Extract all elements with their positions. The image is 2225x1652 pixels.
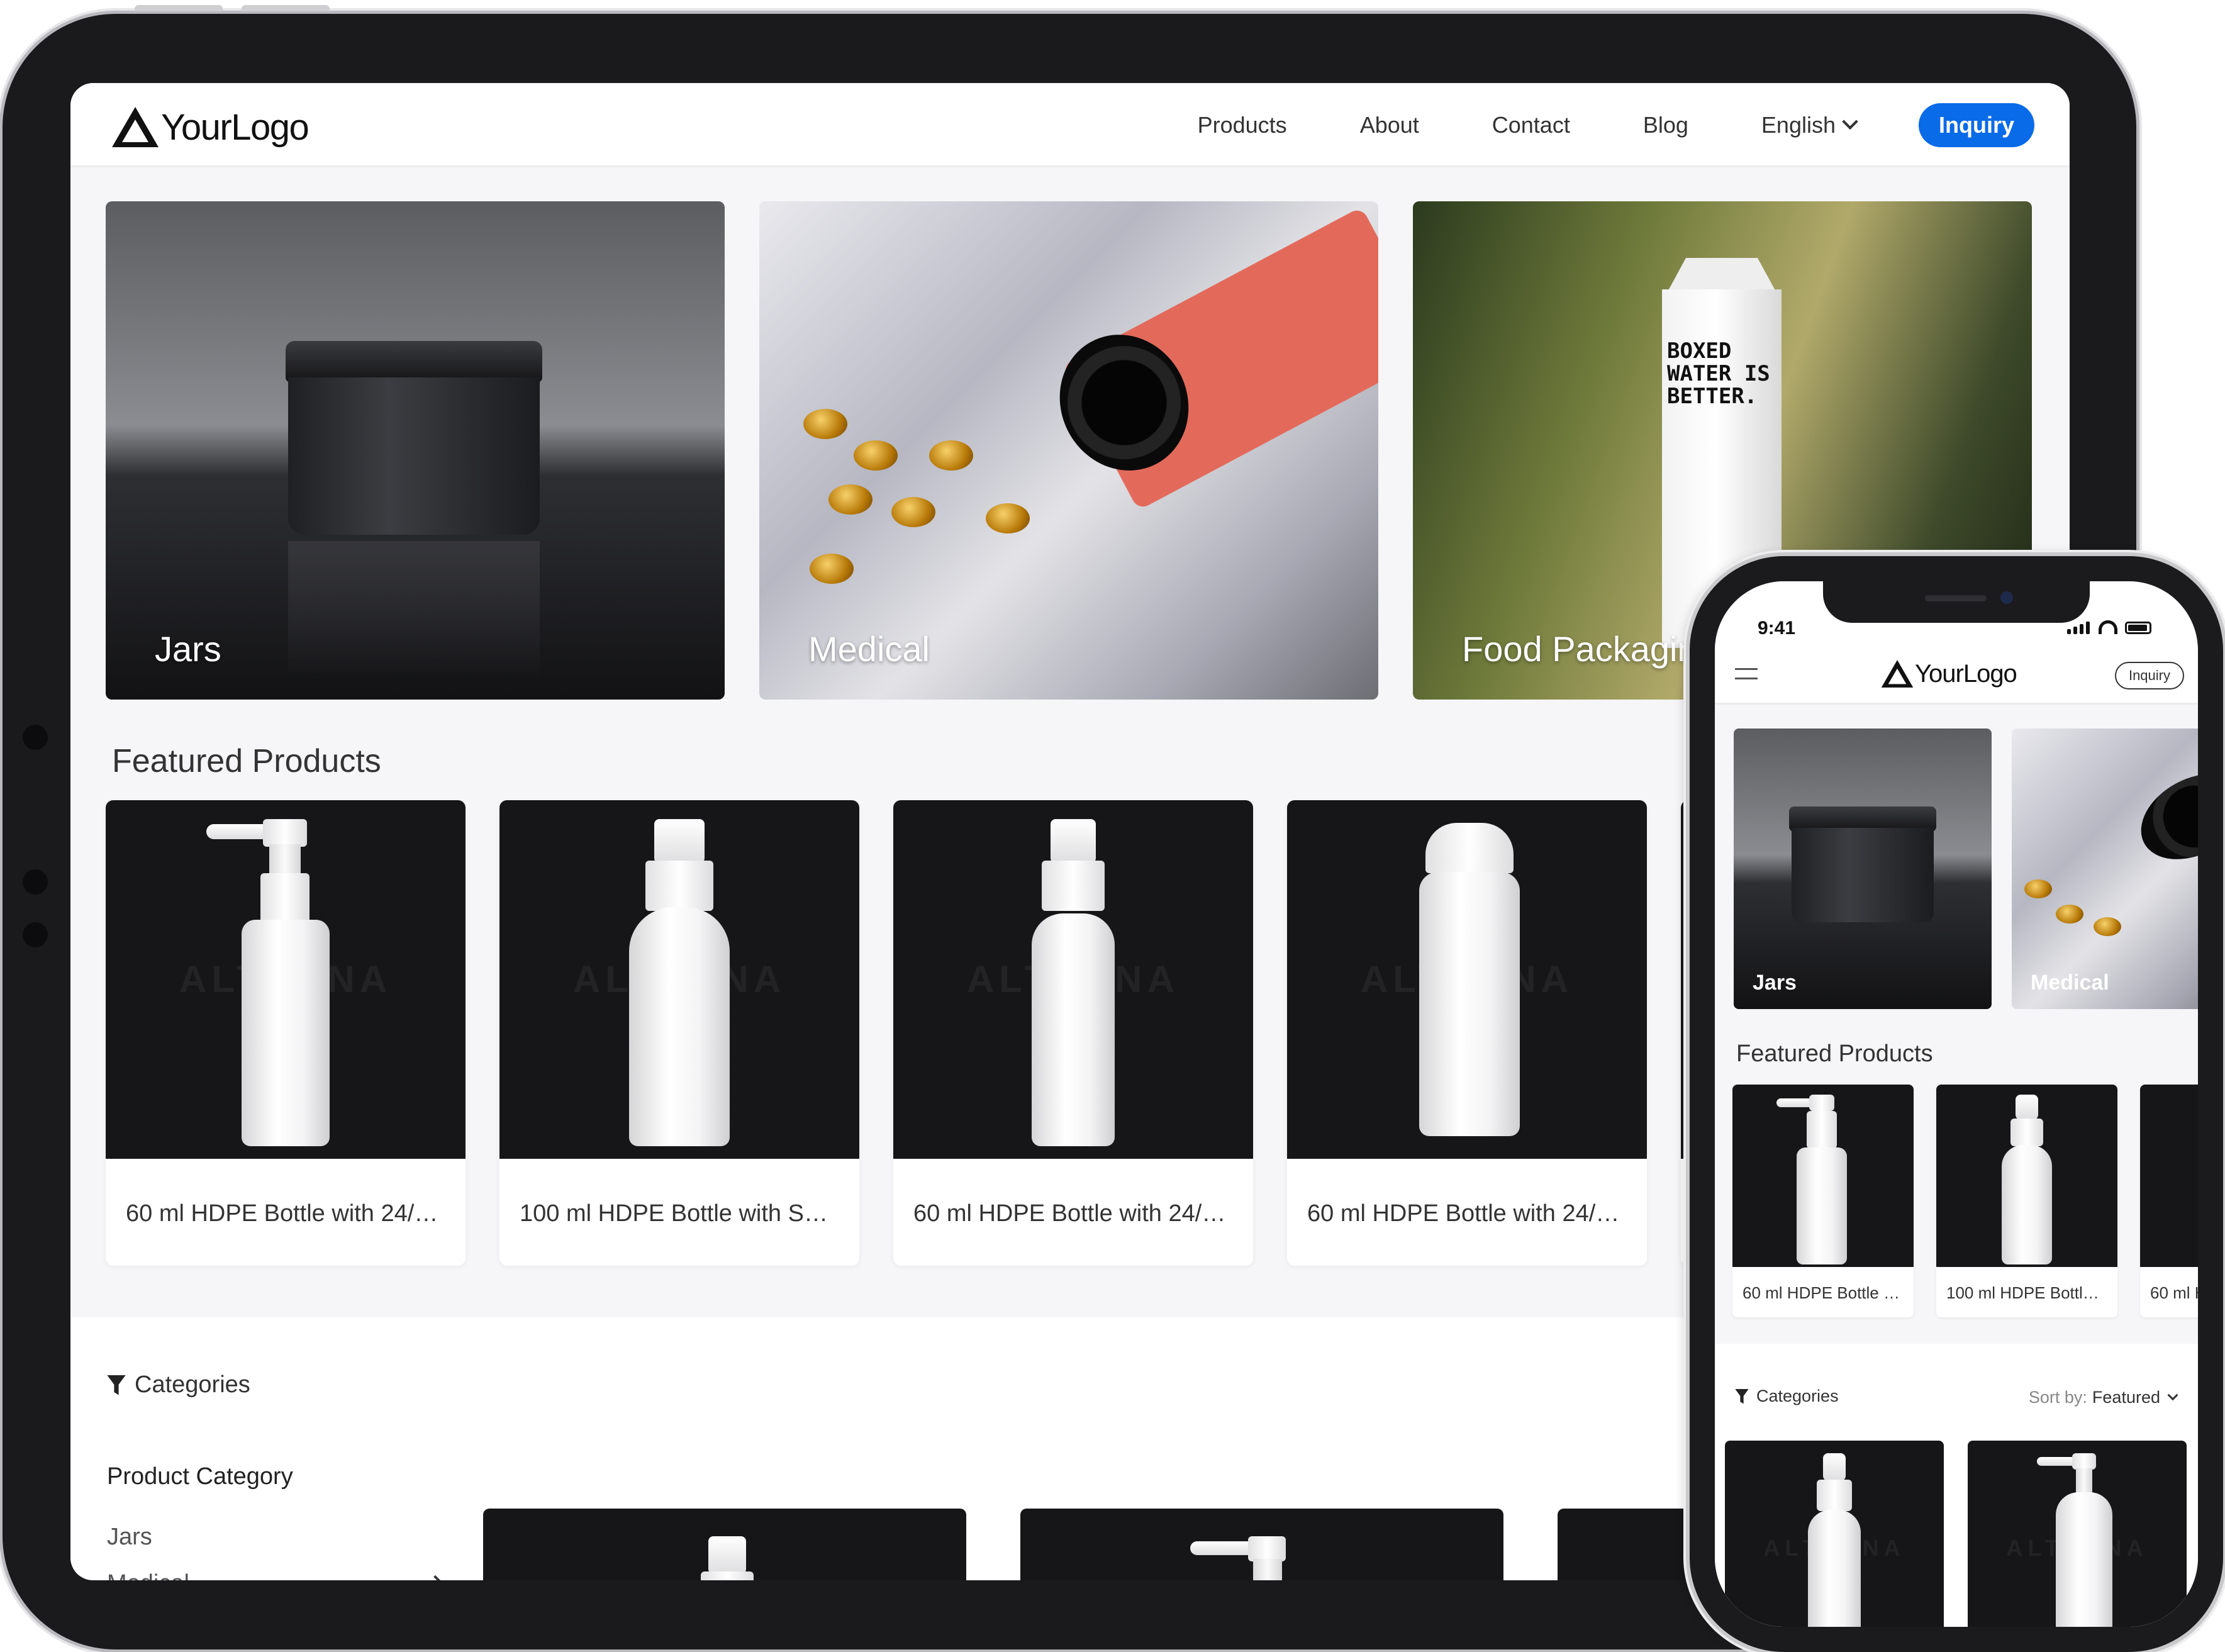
- tablet-volume-button: [135, 5, 223, 11]
- categories-filter-toggle[interactable]: Categories: [107, 1371, 250, 1398]
- site-logo[interactable]: YourLogo: [1880, 658, 2017, 689]
- product-grid-card[interactable]: [483, 1509, 966, 1580]
- product-name: 60 ml HDPE Bottle with 24/410 Pump: [126, 1200, 447, 1227]
- product-name: 60 ml HDPE Bottle with 24/410 Spray: [913, 1200, 1234, 1227]
- category-label: Jars: [1753, 971, 1797, 995]
- categories-filter-toggle[interactable]: Categories: [1735, 1387, 1839, 1406]
- category-card-jars[interactable]: Jars: [1734, 728, 1992, 1009]
- inquiry-button[interactable]: Inquiry: [1918, 103, 2034, 147]
- featured-products-title: Featured Products: [112, 743, 381, 779]
- logo-triangle-icon: [112, 107, 159, 147]
- product-image: [2140, 1085, 2198, 1267]
- signal-icon: [2067, 629, 2071, 634]
- funnel-icon: [107, 1375, 126, 1395]
- category-card-medical[interactable]: Medical: [759, 201, 1378, 700]
- site-logo[interactable]: YourLogo: [109, 104, 309, 150]
- jar-image: [286, 341, 542, 382]
- sort-dropdown[interactable]: Sort by: Featured: [2028, 1388, 2178, 1407]
- product-name: 60 ml HDPE Bottle with 24/410 Flip Cap: [1307, 1200, 1628, 1227]
- top-navigation: YourLogo Products About Contact Blog Eng…: [70, 83, 2070, 167]
- product-category-title: Product Category: [107, 1463, 293, 1490]
- nav-links: Products About Contact Blog English Inqu…: [1125, 103, 2034, 147]
- category-card-medical[interactable]: Medical: [2012, 728, 2198, 1009]
- product-image: [1936, 1085, 2117, 1267]
- nav-products[interactable]: Products: [1198, 112, 1287, 138]
- chevron-down-icon: [2167, 1389, 2178, 1400]
- language-selector[interactable]: English: [1761, 112, 1858, 138]
- logo-text: YourLogo: [1915, 659, 2017, 688]
- language-label: English: [1761, 112, 1836, 138]
- product-card[interactable]: 60 ml HDPE Bottle: [2140, 1085, 2198, 1317]
- nav-blog[interactable]: Blog: [1643, 112, 1688, 138]
- product-card[interactable]: ALTERNA 100 ml HDPE Bottle with Spray: [499, 800, 859, 1266]
- chevron-right-icon[interactable]: [426, 1575, 445, 1580]
- product-card[interactable]: ALTERNA 60 ml HDPE Bottle with 24/410 Sp…: [893, 800, 1253, 1266]
- sort-value: Featured: [2092, 1388, 2160, 1407]
- nav-contact[interactable]: Contact: [1492, 112, 1570, 138]
- status-icons: [2067, 620, 2151, 634]
- nav-about[interactable]: About: [1360, 112, 1419, 138]
- product-card[interactable]: ALTERNA 60 ml HDPE Bottle with 24/410 Fl…: [1287, 800, 1647, 1266]
- product-image: ALTERNA: [1287, 800, 1647, 1159]
- featured-products-title: Featured Products: [1736, 1041, 1933, 1067]
- category-filter-jars[interactable]: Jars: [107, 1524, 152, 1551]
- hamburger-icon[interactable]: [1735, 668, 1758, 679]
- category-label: Medical: [2031, 971, 2109, 995]
- product-name: 100 ml HDPE Bottle with Spray: [520, 1200, 840, 1227]
- product-grid-card[interactable]: [1020, 1509, 1503, 1580]
- product-name: 60 ml HDPE Bottle: [2150, 1283, 2198, 1302]
- funnel-icon: [1735, 1388, 1749, 1404]
- product-grid-card[interactable]: ALTERNA: [1968, 1441, 2187, 1627]
- chevron-down-icon: [1842, 113, 1858, 130]
- categories-label: Categories: [1756, 1387, 1839, 1405]
- product-grid-card[interactable]: ALTERNA: [1725, 1441, 1944, 1627]
- logo-text: YourLogo: [161, 106, 309, 148]
- tablet-sensor: [23, 869, 48, 895]
- product-name: 60 ml HDPE Bottle with Pump: [1743, 1283, 1904, 1302]
- tablet-volume-button: [242, 5, 330, 11]
- product-image: [1732, 1085, 1914, 1267]
- tablet-sensor: [23, 725, 48, 750]
- product-image: ALTERNA: [499, 800, 859, 1159]
- carton-text: BOXED WATER IS BETTER.: [1667, 338, 1770, 409]
- category-label: Food Packaging: [1462, 629, 1717, 669]
- battery-icon: [2125, 622, 2151, 634]
- product-card[interactable]: ALTERNA 60 ml HDPE Bottle with 24/410 Pu…: [106, 800, 466, 1266]
- category-label: Jars: [155, 629, 221, 669]
- product-name: 100 ml HDPE Bottle with Spray: [1946, 1283, 2107, 1302]
- sort-label: Sort by:: [2028, 1388, 2087, 1407]
- status-time: 9:41: [1758, 618, 1796, 639]
- category-filter-medical[interactable]: Medical: [107, 1570, 189, 1580]
- category-card-jars[interactable]: Jars: [106, 201, 725, 700]
- tablet-sensor: [23, 922, 48, 947]
- product-card[interactable]: 60 ml HDPE Bottle with Pump: [1732, 1085, 1914, 1317]
- catalog-section: Categories Sort by: Featured ALTERNA ALT…: [1715, 1344, 2198, 1627]
- category-label: Medical: [808, 629, 930, 669]
- product-card[interactable]: 100 ml HDPE Bottle with Spray: [1936, 1085, 2117, 1317]
- logo-triangle-icon: [1881, 660, 1914, 688]
- inquiry-button[interactable]: Inquiry: [2114, 662, 2184, 689]
- phone-notch: [1823, 581, 2090, 623]
- wifi-icon: [2099, 620, 2117, 634]
- categories-label: Categories: [135, 1371, 250, 1398]
- phone-device: 9:41 YourLogo Inquiry Jars Medical Featu…: [1690, 556, 2223, 1652]
- phone-screen: 9:41 YourLogo Inquiry Jars Medical Featu…: [1715, 581, 2198, 1627]
- mobile-navigation: YourLogo Inquiry: [1715, 644, 2198, 705]
- product-image: ALTERNA: [893, 800, 1253, 1159]
- product-image: ALTERNA: [106, 800, 466, 1159]
